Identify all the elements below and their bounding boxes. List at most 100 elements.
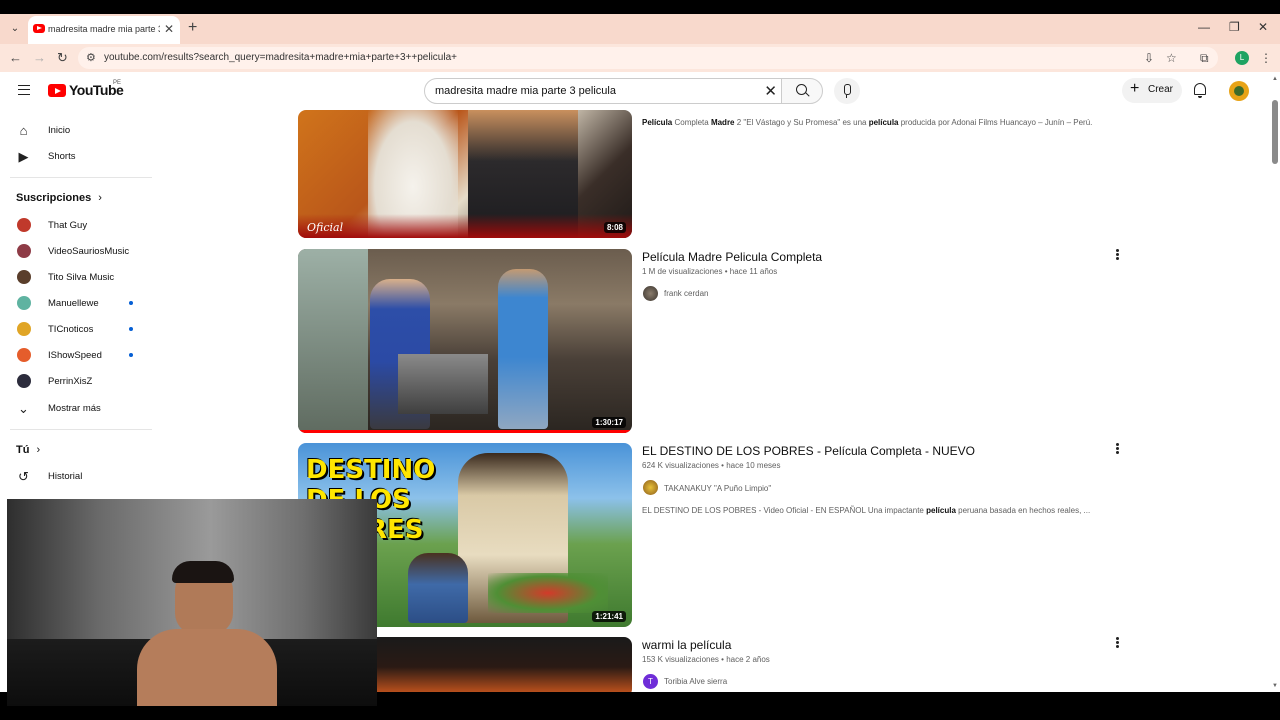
subscription-label: Tito Silva Music	[48, 272, 115, 283]
video-views: 1 M de visualizaciones	[642, 267, 723, 276]
video-title[interactable]: Película Madre Pelicula Completa	[642, 250, 822, 264]
youtube-logo-icon[interactable]	[48, 84, 66, 97]
sidebar-item-history[interactable]: ↺ Historial	[0, 463, 155, 489]
channel-avatar	[17, 270, 31, 284]
thumbnail-banner	[298, 214, 632, 238]
channel-avatar	[17, 296, 31, 310]
subscription-item[interactable]: PerrinXisZ	[0, 368, 155, 394]
subscription-item[interactable]: IShowSpeed	[0, 342, 155, 368]
description-text: producida por Adonai Films Huancayo – Ju…	[898, 118, 1093, 127]
close-tab-icon[interactable]: ✕	[164, 22, 174, 36]
search-query-text: madresita madre mia parte 3 pelicula	[435, 85, 616, 97]
subscription-label: Manuellewe	[48, 298, 99, 309]
thumbnail-boy	[408, 553, 468, 623]
channel-avatar[interactable]	[643, 480, 658, 495]
webcam-person-hair	[172, 561, 234, 583]
reload-icon[interactable]: ↻	[57, 50, 68, 66]
create-button[interactable]: + Crear	[1122, 78, 1182, 103]
account-avatar[interactable]	[1229, 81, 1249, 101]
channel-avatar	[17, 348, 31, 362]
channel-avatar	[17, 374, 31, 388]
more-actions-icon[interactable]	[1114, 248, 1122, 262]
video-thumbnail[interactable]: 1:30:17	[298, 249, 632, 433]
video-views: 153 K visualizaciones	[642, 655, 719, 664]
subscription-label: TICnoticos	[48, 324, 94, 335]
close-window-icon[interactable]: ✕	[1258, 20, 1268, 34]
channel-avatar[interactable]	[643, 286, 658, 301]
video-description: EL DESTINO DE LOS POBRES - Video Oficial…	[642, 506, 1090, 515]
site-info-icon[interactable]: ⚙	[86, 51, 96, 64]
description-text: EL DESTINO DE LOS POBRES - Video Oficial…	[642, 506, 927, 515]
menu-icon[interactable]	[18, 85, 30, 95]
browser-profile-avatar[interactable]: L	[1235, 51, 1249, 65]
channel-avatar[interactable]: T	[643, 674, 658, 689]
divider	[10, 177, 152, 178]
tab-search-icon[interactable]: ⌄	[6, 20, 24, 38]
install-app-icon[interactable]: ⇩	[1144, 51, 1154, 65]
meta-separator: •	[724, 267, 728, 276]
extensions-icon[interactable]: ⧉	[1200, 51, 1209, 66]
country-code: PE	[113, 80, 122, 86]
bookmark-star-icon[interactable]: ☆	[1166, 51, 1177, 65]
thumbnail-shelves	[298, 249, 368, 433]
plus-icon: +	[1130, 80, 1140, 97]
video-duration: 1:21:41	[592, 611, 626, 622]
browser-tabbar: ⌄ madresita madre mia parte 3 pe ✕ + — ❐…	[0, 14, 1280, 44]
video-meta: 1 M de visualizaciones • hace 11 años	[642, 267, 777, 276]
address-bar[interactable]: ⚙ youtube.com/results?search_query=madre…	[78, 47, 1218, 69]
browser-tab[interactable]: madresita madre mia parte 3 pe ✕	[28, 16, 180, 44]
forward-icon[interactable]: →	[33, 50, 46, 65]
minimize-icon[interactable]: —	[1198, 20, 1210, 34]
masthead: YouTube PE madresita madre mia parte 3 p…	[0, 72, 1270, 110]
subscriptions-heading[interactable]: Suscripciones ›	[16, 192, 102, 204]
subscription-label: VideoSauriosMusic	[48, 246, 130, 257]
chevron-right-icon: ›	[36, 444, 41, 456]
subscription-item[interactable]: TICnoticos	[0, 316, 155, 342]
more-actions-icon[interactable]	[1114, 636, 1122, 650]
meta-separator: •	[721, 461, 724, 470]
scroll-down-icon[interactable]: ▼	[1272, 683, 1278, 689]
search-button[interactable]	[781, 78, 823, 104]
new-tab-icon[interactable]: +	[188, 19, 197, 37]
video-duration: 1:30:17	[592, 417, 626, 428]
subscriptions-title: Suscripciones	[16, 192, 92, 204]
voice-search-icon[interactable]	[834, 78, 860, 104]
webcam-overlay	[7, 499, 377, 706]
sidebar-item-shorts[interactable]: ▶ Shorts	[0, 143, 155, 169]
restore-icon[interactable]: ❐	[1229, 20, 1240, 34]
sidebar-item-label: Inicio	[48, 125, 71, 136]
sidebar-item-inicio[interactable]: ⌂ Inicio	[0, 117, 155, 143]
video-thumbnail[interactable]: Oficial 8:08	[298, 110, 632, 238]
back-icon[interactable]: ←	[9, 50, 22, 65]
more-actions-icon[interactable]	[1114, 442, 1122, 456]
channel-name[interactable]: TAKANAKUY "A Puño Limpio"	[664, 484, 771, 493]
subscription-label: PerrinXisZ	[48, 376, 93, 387]
scroll-up-icon[interactable]: ▲	[1272, 76, 1278, 82]
watch-progress	[298, 430, 632, 433]
create-label: Crear	[1148, 84, 1174, 95]
channel-name[interactable]: Toribia Alve sierra	[664, 677, 727, 686]
subscription-item[interactable]: Tito Silva Music	[0, 264, 155, 290]
description-highlight: película	[868, 118, 899, 127]
channel-avatar	[17, 244, 31, 258]
scrollbar-thumb[interactable]	[1272, 100, 1278, 164]
search-input[interactable]: madresita madre mia parte 3 pelicula ✕	[424, 78, 782, 104]
sidebar-item-label: Mostrar más	[48, 403, 101, 414]
notifications-icon[interactable]	[1194, 83, 1206, 98]
subscription-item[interactable]: Manuellewe	[0, 290, 155, 316]
shorts-icon: ▶	[18, 149, 29, 164]
you-title: Tú	[16, 444, 30, 456]
scrollbar-track[interactable]	[1270, 72, 1280, 692]
subscription-item[interactable]: VideoSauriosMusic	[0, 238, 155, 264]
clear-search-icon[interactable]: ✕	[764, 82, 777, 100]
description-text: Completa	[672, 118, 711, 127]
subscription-item[interactable]: That Guy	[0, 212, 155, 238]
new-content-dot	[129, 353, 133, 357]
browser-menu-icon[interactable]: ⋮	[1260, 51, 1272, 65]
video-title[interactable]: EL DESTINO DE LOS POBRES - Película Comp…	[642, 444, 975, 458]
sidebar-item-show-more[interactable]: ⌄ Mostrar más	[0, 395, 155, 421]
search-icon	[796, 84, 807, 95]
you-heading[interactable]: Tú ›	[16, 444, 40, 456]
video-title[interactable]: warmi la película	[642, 638, 731, 652]
channel-name[interactable]: frank cerdan	[664, 289, 708, 298]
